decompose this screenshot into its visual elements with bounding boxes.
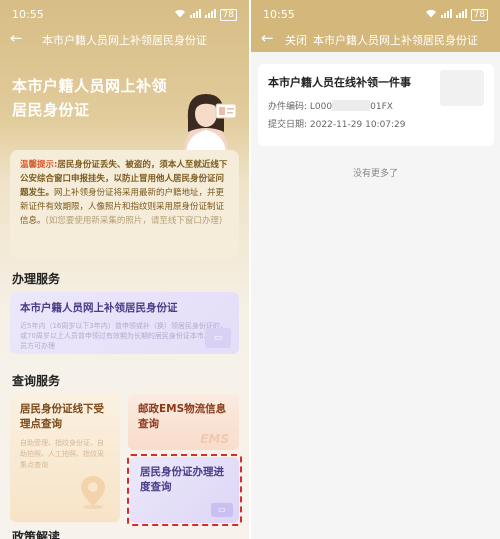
status-bar: 10:55 78: [0, 0, 249, 28]
back-arrow-icon[interactable]: ←: [261, 29, 274, 47]
case-number-label: 办件编码:: [268, 102, 308, 112]
status-time: 10:55: [263, 8, 295, 21]
service-card-reissue[interactable]: 本市户籍人员网上补领居民身份证 近5年内（16周岁以下3年内）曾申领或补（换）领…: [10, 292, 239, 354]
service-card-desc: 近5年内（16周岁以下3年内）曾申领或补（换）领居民身份证的，或70周岁以上人员…: [20, 322, 227, 350]
battery-indicator: 78: [470, 8, 488, 21]
ems-logo-icon: EMS: [200, 432, 229, 446]
case-number-prefix: L000: [309, 102, 333, 112]
case-card[interactable]: 本市户籍人员在线补领一件事 办件编码: L000 01FX 提交日期: 2022-…: [258, 64, 494, 146]
signal-icon: [440, 8, 452, 21]
nav-bar: ← 关闭 本市户籍人员网上补领居民身份证: [251, 28, 500, 50]
query-card-desc: 自助受理、指纹身份证、自助拍照、人工拍照、指纹采集点查询: [20, 439, 104, 469]
left-screen: 10:55 78 ← 本市户籍人员网上补领居民身份证 本市户籍人员网上补领居民身…: [0, 0, 249, 539]
section-title-policy: 政策解读: [12, 530, 61, 539]
case-date-value: 2022-11-29 10:07:29: [309, 120, 406, 130]
signal-icon: [189, 8, 201, 21]
right-screen: 10:55 78 ← 关闭 本市户籍人员网上补领居民身份证 本市户籍人员在线补领…: [251, 0, 500, 539]
section-title-service: 办理服务: [12, 272, 61, 286]
status-icons: 78: [425, 8, 488, 21]
case-date-row: 提交日期: 2022-11-29 10:07:29: [268, 117, 484, 130]
nav-title: 本市户籍人员网上补领居民身份证: [42, 34, 207, 47]
location-pin-icon: [81, 476, 105, 509]
query-card-progress[interactable]: 居民身份证办理进度查询 ▭: [130, 457, 239, 523]
id-card-icon: ▭: [205, 328, 231, 348]
case-number-suffix: 01FX: [370, 102, 393, 112]
section-title-query: 查询服务: [12, 374, 61, 388]
status-bar: 10:55 78: [251, 0, 500, 28]
notice-box: 温馨提示:居民身份证丢失、被盗的，须本人至就近线下公安综合窗口申报挂失，以防止冒…: [10, 150, 239, 258]
close-button[interactable]: 关闭: [285, 32, 307, 48]
no-more-text: 没有更多了: [352, 169, 398, 179]
wifi-icon: [425, 8, 437, 21]
wifi-icon: [174, 8, 186, 21]
query-card-title: 居民身份证线下受理点查询: [20, 403, 104, 430]
nav-title: 本市户籍人员网上补领居民身份证: [313, 34, 478, 47]
status-time: 10:55: [12, 8, 44, 21]
case-date-label: 提交日期:: [268, 120, 308, 130]
hero-title: 本市户籍人员网上补领居民身份证: [12, 77, 168, 119]
status-icons: 78: [174, 8, 237, 21]
query-card-title: 居民身份证办理进度查询: [140, 466, 224, 493]
signal-icon-2: [204, 8, 216, 21]
service-card-title: 本市户籍人员网上补领居民身份证: [20, 302, 178, 314]
query-card-title: 邮政EMS物流信息查询: [138, 403, 227, 430]
signal-icon-2: [455, 8, 467, 21]
nav-bar: ← 本市户籍人员网上补领居民身份证: [0, 28, 249, 50]
id-card-icon: ▭: [211, 503, 233, 517]
notice-warn-label: 温馨提示:: [20, 160, 58, 170]
case-status-stamp: [440, 70, 484, 106]
battery-indicator: 78: [219, 8, 237, 21]
person-illustration-icon: [184, 94, 237, 152]
query-card-ems[interactable]: 邮政EMS物流信息查询 EMS: [128, 394, 239, 450]
redaction-mask: [332, 100, 371, 111]
notice-light-text: (如您要使用新采集的照片，请至线下窗口办理): [45, 216, 223, 226]
